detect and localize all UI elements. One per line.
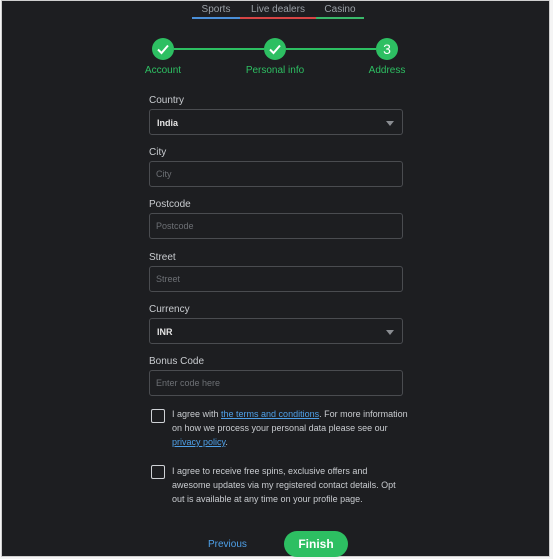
step-connector — [286, 48, 376, 50]
previous-button[interactable]: Previous — [208, 539, 247, 550]
bonus-code-label: Bonus Code — [149, 356, 205, 367]
currency-value: INR — [157, 327, 173, 337]
street-input[interactable] — [150, 267, 402, 291]
tab-casino[interactable]: Casino — [316, 1, 364, 19]
terms-checkbox[interactable] — [151, 409, 165, 423]
city-label: City — [149, 147, 167, 158]
bonus-code-field-box — [149, 370, 403, 396]
step-account — [152, 38, 174, 60]
tab-live-dealers[interactable]: Live dealers — [240, 1, 316, 19]
tab-sports[interactable]: Sports — [192, 1, 240, 19]
bonus-code-input[interactable] — [150, 371, 402, 395]
step-label-personal-info: Personal info — [245, 65, 305, 76]
country-label: Country — [149, 95, 185, 106]
finish-button[interactable]: Finish — [284, 531, 348, 557]
registration-panel: Sports Live dealers Casino 3 Account Per… — [1, 0, 550, 557]
terms-link[interactable]: the terms and conditions — [221, 409, 319, 419]
city-input[interactable] — [150, 162, 402, 186]
terms-text: I agree with the terms and conditions. F… — [172, 409, 408, 447]
postcode-label: Postcode — [149, 199, 191, 210]
postcode-input[interactable] — [150, 214, 402, 238]
check-icon — [269, 44, 281, 55]
step-label-account: Account — [144, 65, 182, 76]
currency-label: Currency — [149, 304, 190, 315]
step-label-address: Address — [368, 65, 406, 76]
step-connector — [174, 48, 264, 50]
chevron-down-icon — [386, 121, 394, 126]
postcode-field-box — [149, 213, 403, 239]
step-personal-info — [264, 38, 286, 60]
marketing-checkbox[interactable] — [151, 465, 165, 479]
chevron-down-icon — [386, 330, 394, 335]
marketing-text: I agree to receive free spins, exclusive… — [172, 466, 396, 504]
currency-select[interactable]: INR — [149, 318, 403, 344]
city-field-box — [149, 161, 403, 187]
street-label: Street — [149, 252, 176, 263]
country-select[interactable]: India — [149, 109, 403, 135]
country-value: India — [157, 118, 179, 128]
privacy-policy-link[interactable]: privacy policy — [172, 437, 225, 447]
street-field-box — [149, 266, 403, 292]
top-tabs: Sports Live dealers Casino — [192, 1, 364, 19]
progress-stepper: 3 Account Personal info Address — [2, 38, 549, 78]
check-icon — [157, 44, 169, 55]
step-address: 3 — [376, 38, 398, 60]
